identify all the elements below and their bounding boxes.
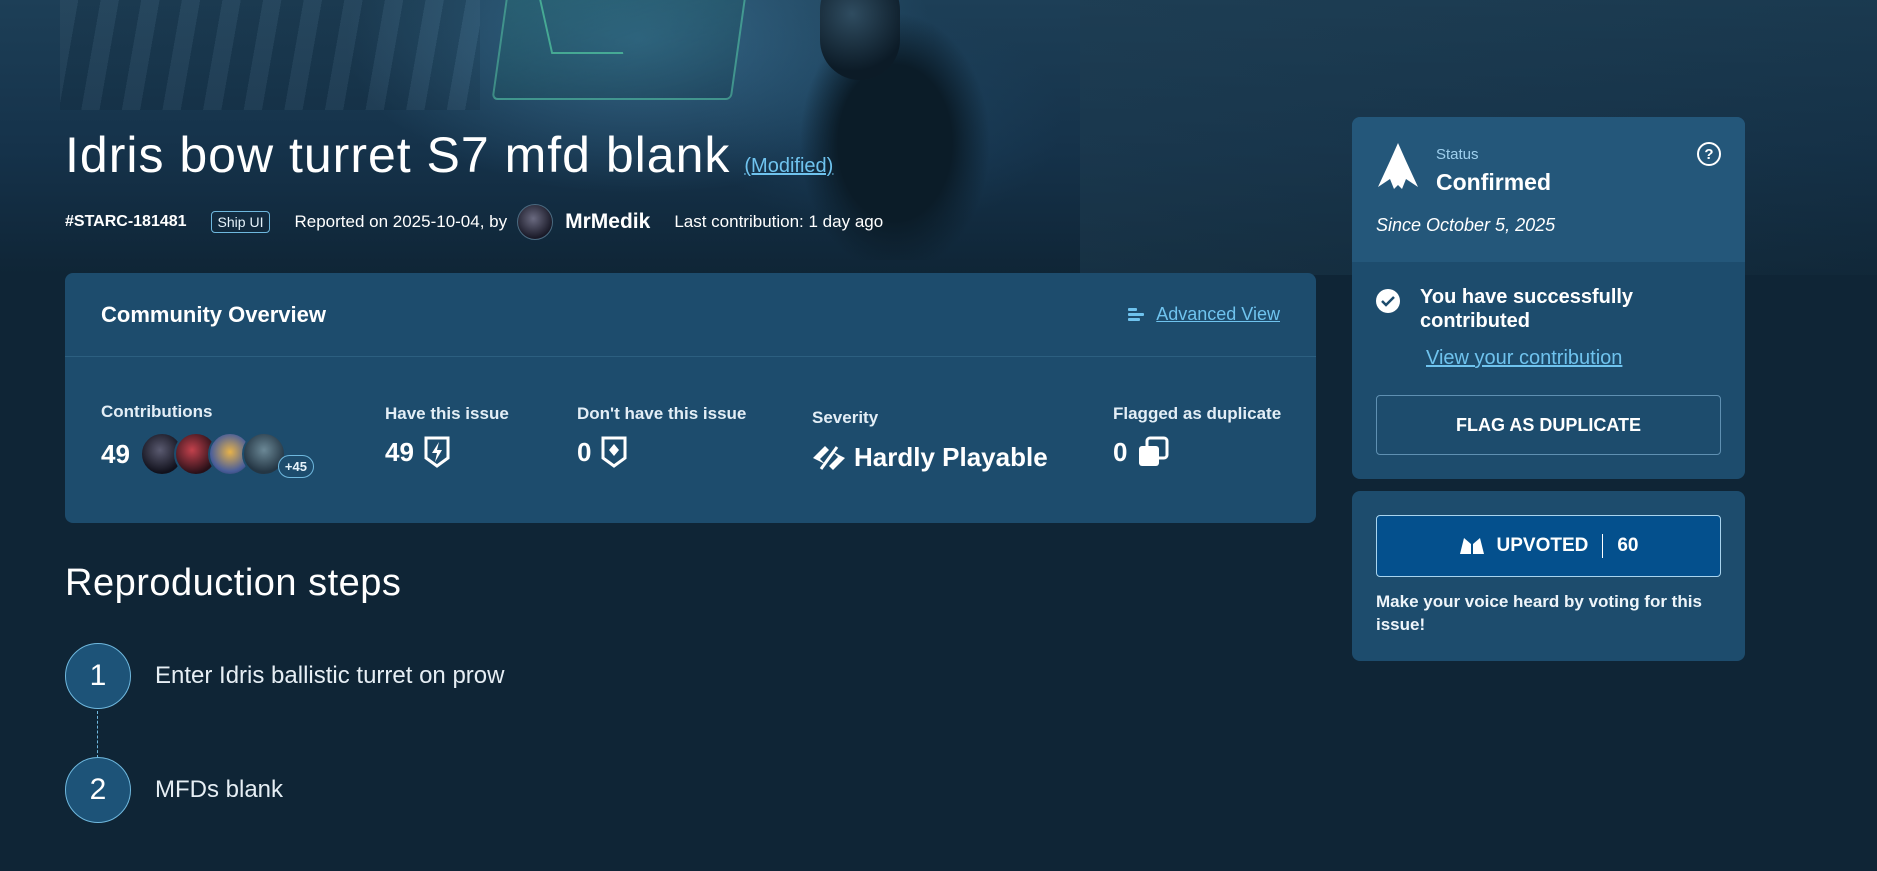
title-row: Idris bow turret S7 mfd blank (Modified) xyxy=(65,126,833,184)
help-icon[interactable]: ? xyxy=(1697,142,1721,166)
stat-have-issue: Have this issue 49 xyxy=(385,404,509,468)
last-contribution: Last contribution: 1 day ago xyxy=(674,212,884,231)
contribution-confirmation: You have successfully contributed xyxy=(1376,285,1670,333)
step-number: 1 xyxy=(65,643,131,709)
duplicate-value: 0 xyxy=(1113,436,1128,467)
hero-art-helmet xyxy=(820,0,900,80)
upvote-label: UPVOTED xyxy=(1496,535,1589,556)
upvote-separator xyxy=(1602,534,1604,558)
contributed-text: You have successfully contributed xyxy=(1420,286,1634,332)
flag-duplicate-button[interactable]: FLAG AS DUPLICATE xyxy=(1376,395,1721,455)
shield-bolt-icon xyxy=(424,436,450,468)
repro-step: 1 Enter Idris ballistic turret on prow xyxy=(65,643,504,709)
issue-id: #STARC-181481 xyxy=(65,213,187,230)
contributions-value: 49 xyxy=(101,438,130,469)
repro-step: 2 MFDs blank xyxy=(65,757,283,823)
dont-have-issue-value: 0 xyxy=(577,436,592,467)
overview-title: Community Overview xyxy=(101,301,326,327)
reporter-name[interactable]: MrMedik xyxy=(565,210,650,234)
vote-message: Make your voice heard by voting for this… xyxy=(1376,592,1702,634)
step-text: Enter Idris ballistic turret on prow xyxy=(155,662,505,689)
hero-art-pipes xyxy=(60,0,480,110)
reported-text: Reported on 2025-10-04, by xyxy=(294,212,508,231)
dont-have-issue-label: Don't have this issue xyxy=(577,404,747,423)
category-tag[interactable]: Ship UI xyxy=(210,211,271,233)
duplicate-label: Flagged as duplicate xyxy=(1113,404,1282,423)
more-contributors-badge[interactable]: +45 xyxy=(277,455,314,478)
upvote-icon xyxy=(1459,538,1484,554)
reporter-avatar[interactable] xyxy=(517,204,554,240)
contributions-label: Contributions xyxy=(101,402,213,421)
advanced-view-label: Advanced View xyxy=(1156,304,1280,324)
vote-card: UPVOTED 60 Make your voice heard by voti… xyxy=(1352,491,1745,661)
hero-art-monitor xyxy=(491,0,749,100)
check-icon xyxy=(1376,289,1400,313)
severity-icon xyxy=(813,445,845,470)
contributor-avatars[interactable]: +45 xyxy=(139,432,314,478)
view-contribution-link[interactable]: View your contribution xyxy=(1426,347,1622,370)
have-issue-value: 49 xyxy=(385,436,414,467)
have-issue-label: Have this issue xyxy=(385,404,509,423)
overview-header: Community Overview Advanced View xyxy=(65,273,1316,357)
upvote-count: 60 xyxy=(1617,535,1639,556)
stat-severity: Severity Hardly Playable xyxy=(812,408,1048,473)
list-icon xyxy=(1128,307,1145,322)
status-value: Confirmed xyxy=(1436,169,1551,195)
stat-dont-have-issue: Don't have this issue 0 xyxy=(577,404,746,468)
step-connector xyxy=(97,711,98,758)
step-number: 2 xyxy=(65,757,131,823)
severity-value: Hardly Playable xyxy=(854,442,1048,472)
status-header: Status Confirmed Since October 5, 2025 ? xyxy=(1352,117,1745,262)
reproduction-title: Reproduction steps xyxy=(65,562,402,604)
ship-icon xyxy=(1378,143,1418,189)
status-since: Since October 5, 2025 xyxy=(1376,215,1556,235)
step-text: MFDs blank xyxy=(155,776,284,803)
advanced-view-link[interactable]: Advanced View xyxy=(1128,304,1280,325)
severity-label: Severity xyxy=(812,408,879,427)
modified-link[interactable]: (Modified) xyxy=(744,155,833,178)
shield-diamond-icon xyxy=(601,436,627,468)
stat-duplicate: Flagged as duplicate 0 xyxy=(1113,404,1281,468)
status-card: Status Confirmed Since October 5, 2025 ?… xyxy=(1352,117,1745,479)
page-title: Idris bow turret S7 mfd blank xyxy=(65,127,731,183)
issue-meta: #STARC-181481 Ship UI Reported on 2025-1… xyxy=(65,204,883,240)
upvote-button[interactable]: UPVOTED 60 xyxy=(1376,515,1721,577)
community-overview: Community Overview Advanced View xyxy=(65,273,1316,523)
duplicate-icon xyxy=(1139,436,1169,466)
stat-contributions: Contributions 49 +45 xyxy=(101,402,314,478)
status-label: Status xyxy=(1436,146,1479,163)
